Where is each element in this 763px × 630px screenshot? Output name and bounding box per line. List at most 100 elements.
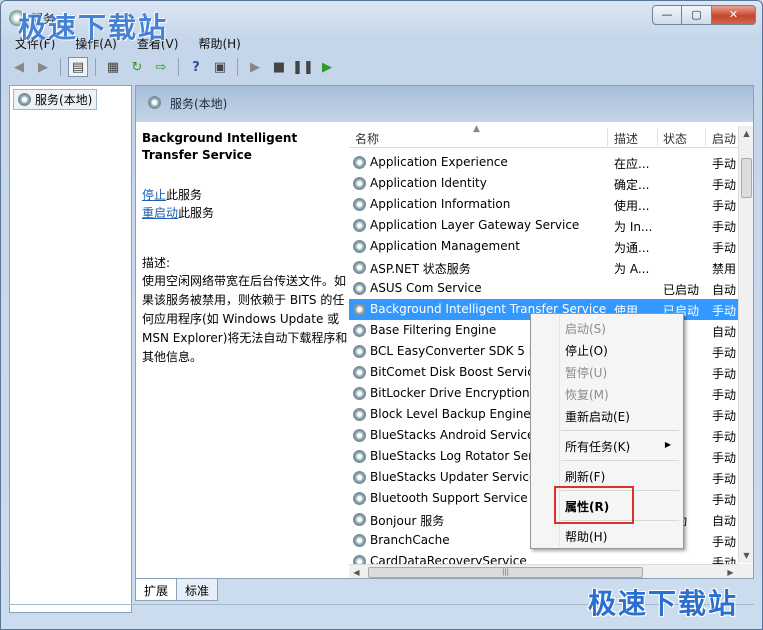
details-header-title: 服务(本地) [170,97,228,111]
menu-item-restart[interactable]: 重新启动(E) [565,408,630,425]
scroll-right-icon[interactable]: ▶ [723,565,738,578]
service-description-cell: 为 A... [614,262,650,276]
service-name-cell: ASUS Com Service [370,281,482,295]
column-divider[interactable] [705,128,706,146]
service-description-cell: 在应... [614,157,650,171]
vertical-scrollbar[interactable]: ▲ ▼ [738,126,753,563]
service-name-cell: ASP.NET 状态服务 [370,262,471,276]
watermark-top: 极速下载站 [18,11,169,44]
scroll-left-icon[interactable]: ◀ [349,565,364,578]
back-icon[interactable]: ◀ [9,57,29,77]
details-header: 服务(本地) [136,86,753,122]
tab-extended[interactable]: 扩展 [135,579,178,601]
toolbar-separator [60,58,61,76]
properties-icon[interactable]: ▦ [103,57,123,77]
console-tree-pane: 服务(本地) [9,85,132,613]
restart-suffix: 此服务 [178,206,215,220]
service-status-cell: 已启动 [663,283,700,297]
service-name-cell: Application Management [370,239,520,253]
stop-icon[interactable]: ■ [269,57,289,77]
minimize-button[interactable]: — [652,5,682,25]
menu-help[interactable]: 帮助(H) [196,34,242,54]
sort-ascending-icon: ▲ [473,124,480,134]
table-row[interactable]: ASP.NET 状态服务为 A... 禁用 [349,257,741,278]
refresh-icon[interactable]: ↻ [127,57,147,77]
menu-item-start[interactable]: 启动(S) [565,320,606,337]
restart-service-link[interactable]: 重启动 [142,206,178,220]
console-tree-icon[interactable]: ▤ [68,57,88,77]
service-gear-icon [353,345,366,358]
stop-service-link[interactable]: 停止 [142,188,166,202]
menu-item-refresh[interactable]: 刷新(F) [565,468,605,485]
restart-action: 重启动此服务 [142,204,346,221]
table-row[interactable]: Application Management 为通... 手动 [349,236,741,257]
service-gear-icon [353,177,366,190]
window-controls: — ▢ ✕ [652,5,756,25]
selected-service-name: Background Intelligent Transfer Service [142,131,298,162]
table-row[interactable]: Application Identity 确定... 手动 [349,173,741,194]
export-icon[interactable]: ⇨ [151,57,171,77]
menu-item-pause[interactable]: 暂停(U) [565,364,607,381]
close-button[interactable]: ✕ [712,5,756,25]
table-row[interactable]: ASUS Com Service 已启动 自动 [349,278,741,299]
menu-item-help[interactable]: 帮助(H) [565,528,607,545]
service-description-cell: 确定... [614,178,650,192]
menu-item-all-tasks[interactable]: 所有任务(K) [565,438,630,455]
menu-item-stop[interactable]: 停止(O) [565,342,608,359]
view-icon[interactable]: ▣ [210,57,230,77]
submenu-arrow-icon: ▶ [664,440,671,449]
service-gear-icon [353,324,366,337]
service-description-cell: 为 In... [614,220,653,234]
service-name-cell: Application Layer Gateway Service [370,218,580,232]
service-name-cell: Application Information [370,197,511,211]
service-gear-icon [353,198,366,211]
service-gear-icon [353,513,366,526]
table-row[interactable]: Application Layer Gateway Service 为 In...… [349,215,741,236]
gear-icon [148,96,161,109]
scroll-up-icon[interactable]: ▲ [739,126,753,141]
service-name-cell: Application Identity [370,176,487,190]
column-header-row: ▲ 名称 描述 状态 启动 [349,124,741,148]
column-divider[interactable] [657,128,658,146]
pause-icon[interactable]: ❚❚ [292,57,314,77]
service-gear-icon [353,408,366,421]
service-gear-icon [353,471,366,484]
properties-highlight-box [554,486,634,524]
column-divider[interactable] [607,128,608,146]
table-row[interactable]: Application Information 使用... 手动 [349,194,741,215]
service-description-title: Background Intelligent Transfer Service [142,130,346,164]
toolbar-separator [95,58,96,76]
resume-icon[interactable]: ▶ [317,57,337,77]
table-row[interactable]: Application Experience 在应... 手动 [349,152,741,173]
service-gear-icon [353,492,366,505]
forward-icon[interactable]: ▶ [33,57,53,77]
stop-action: 停止此服务 [142,186,346,203]
scroll-corner [738,564,753,578]
service-gear-icon [353,450,366,463]
service-gear-icon [353,240,366,253]
service-gear-icon [353,366,366,379]
service-gear-icon [353,261,366,274]
menu-item-resume[interactable]: 恢复(M) [565,386,609,403]
service-gear-icon [353,387,366,400]
vertical-scroll-thumb[interactable] [741,158,752,198]
start-icon[interactable]: ▶ [245,57,265,77]
service-gear-icon [353,303,366,316]
horizontal-scroll-thumb[interactable]: ||| [368,567,643,578]
service-gear-icon [353,282,366,295]
services-window: 服务 — ▢ ✕ 文件(F) 操作(A) 查看(V) 帮助(H) ◀ ▶ ▤ ▦… [0,0,763,630]
maximize-button[interactable]: ▢ [682,5,712,25]
column-header-description[interactable]: 描述 [614,130,638,147]
tab-standard[interactable]: 标准 [176,579,219,601]
service-gear-icon [353,219,366,232]
scroll-down-icon[interactable]: ▼ [739,548,753,563]
column-header-name[interactable]: 名称 [355,130,379,147]
view-tabs: 扩展 标准 [135,579,219,601]
column-header-startup-type[interactable]: 启动 [712,130,736,147]
help-icon[interactable]: ? [186,57,206,77]
tree-item-services-local[interactable]: 服务(本地) [13,89,98,110]
watermark-bottom-right: 极速下载站 [588,587,739,620]
column-header-status[interactable]: 状态 [663,130,687,147]
description-text: 使用空闲网络带宽在后台传送文件。如果该服务被禁用，则依赖于 BITS 的任何应用… [142,274,348,364]
horizontal-scrollbar[interactable]: ◀ ||| ▶ [349,564,738,578]
